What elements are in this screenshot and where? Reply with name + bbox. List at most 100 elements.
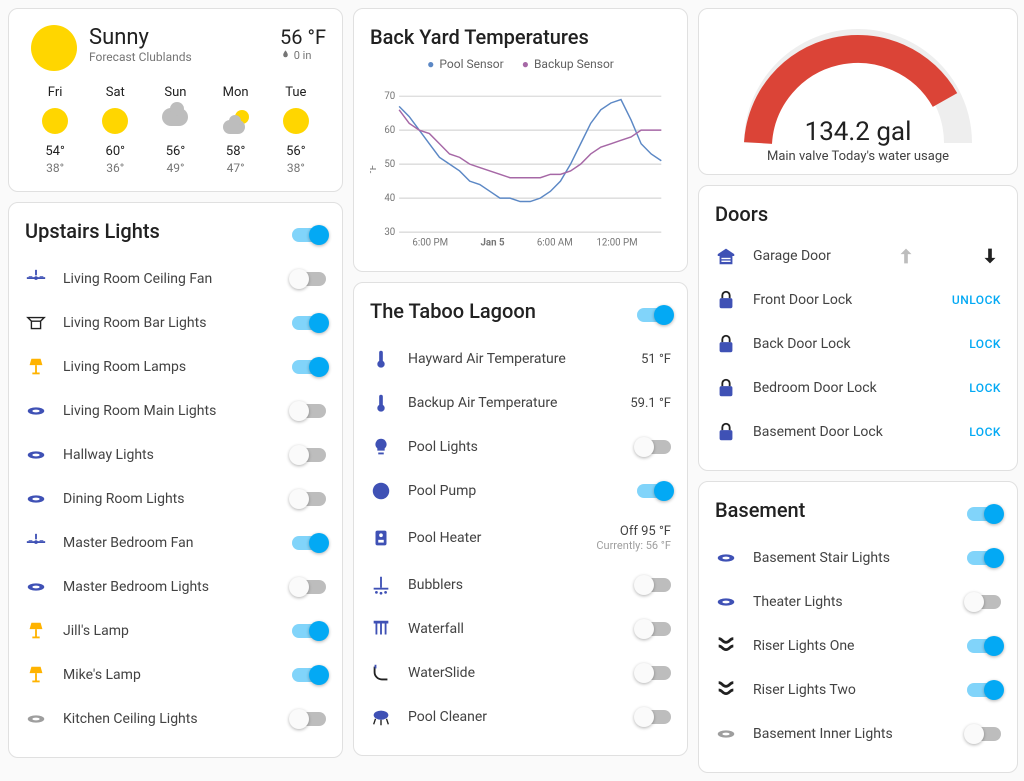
- entity-label: Living Room Ceiling Fan: [63, 271, 276, 287]
- bar-icon: [25, 312, 47, 334]
- fan-icon: [25, 268, 47, 290]
- lock-action-button[interactable]: UNLOCK: [952, 293, 1001, 307]
- weather-location: Forecast Clublands: [89, 50, 268, 64]
- waterfall-icon: [370, 618, 392, 640]
- lagoon-title: The Taboo Lagoon: [370, 299, 536, 323]
- lock-row: Bedroom Door LockLOCK: [715, 366, 1001, 410]
- entity-toggle[interactable]: [292, 668, 326, 682]
- weather-temp: 56 °F: [280, 25, 326, 49]
- lock-action-button[interactable]: LOCK: [969, 337, 1001, 351]
- svg-text:6:00 PM: 6:00 PM: [412, 238, 448, 249]
- entity-row: Living Room Ceiling Fan: [25, 257, 326, 301]
- entity-label: Bubblers: [408, 577, 621, 593]
- entity-toggle[interactable]: [967, 551, 1001, 565]
- garage-down-button[interactable]: [979, 245, 1001, 267]
- gauge-arc: [738, 25, 978, 145]
- garage-up-button[interactable]: [895, 245, 917, 267]
- entity-row: Backup Air Temperature59.1 °F: [370, 381, 671, 425]
- entity-value: 51 °F: [641, 352, 671, 367]
- entity-toggle[interactable]: [967, 639, 1001, 653]
- chart-canvas: °F 3040506070 6:00 PMJan 56:00 AM12:00 P…: [370, 79, 671, 259]
- entity-row: Mike's Lamp: [25, 653, 326, 697]
- forecast-day: Sun56°49°: [162, 85, 188, 175]
- entity-toggle[interactable]: [292, 404, 326, 418]
- entity-label: Living Room Lamps: [63, 359, 276, 375]
- therm-icon: [370, 392, 392, 414]
- cloud-icon: [162, 108, 188, 126]
- entity-toggle[interactable]: [292, 272, 326, 286]
- entity-label: Living Room Main Lights: [63, 403, 276, 419]
- therm-icon: [370, 348, 392, 370]
- lock-icon: [715, 377, 737, 399]
- entity-label: Kitchen Ceiling Lights: [63, 711, 276, 727]
- entity-toggle[interactable]: [292, 712, 326, 726]
- lamp-icon: [25, 664, 47, 686]
- light-icon: [25, 444, 47, 466]
- lock-row: Back Door Lock LOCK: [715, 322, 1001, 366]
- light-icon: [25, 400, 47, 422]
- entity-row: Pool Cleaner: [370, 695, 671, 739]
- temperature-chart-card: Back Yard Temperatures Pool Sensor Backu…: [353, 8, 688, 272]
- entity-label: Pool Heater: [408, 530, 580, 546]
- light-icon: [715, 591, 737, 613]
- entity-toggle[interactable]: [967, 595, 1001, 609]
- entity-row: Pool Pump: [370, 469, 671, 513]
- entity-label: Hallway Lights: [63, 447, 276, 463]
- basement-master-toggle[interactable]: [967, 507, 1001, 521]
- entity-toggle[interactable]: [292, 360, 326, 374]
- light-icon: [25, 708, 47, 730]
- svg-text:6:00 AM: 6:00 AM: [537, 238, 573, 249]
- upstairs-master-toggle[interactable]: [292, 228, 326, 242]
- entity-toggle[interactable]: [637, 440, 671, 454]
- lock-label: Back Door Lock: [753, 336, 953, 352]
- garage-icon: [715, 245, 737, 267]
- entity-label: Theater Lights: [753, 594, 951, 610]
- svg-text:60: 60: [384, 125, 395, 136]
- svg-text:12:00 PM: 12:00 PM: [596, 238, 637, 249]
- entity-toggle[interactable]: [292, 580, 326, 594]
- lamp-icon: [25, 620, 47, 642]
- entity-toggle[interactable]: [292, 536, 326, 550]
- entity-toggle[interactable]: [292, 492, 326, 506]
- entity-label: Pool Cleaner: [408, 709, 621, 725]
- entity-label: Master Bedroom Fan: [63, 535, 276, 551]
- basement-title: Basement: [715, 498, 805, 522]
- chart-title: Back Yard Temperatures: [370, 25, 671, 49]
- light-icon: [25, 576, 47, 598]
- entity-toggle[interactable]: [637, 710, 671, 724]
- entity-row: Riser Lights Two: [715, 668, 1001, 712]
- entity-toggle[interactable]: [637, 484, 671, 498]
- entity-value: 59.1 °F: [630, 396, 671, 411]
- partly-cloudy-icon: [223, 108, 249, 134]
- entity-row: Dining Room Lights: [25, 477, 326, 521]
- entity-row: Theater Lights: [715, 580, 1001, 624]
- entity-label: Waterfall: [408, 621, 621, 637]
- entity-toggle[interactable]: [637, 578, 671, 592]
- entity-toggle[interactable]: [967, 727, 1001, 741]
- riser-icon: [715, 635, 737, 657]
- lock-action-button[interactable]: LOCK: [969, 381, 1001, 395]
- lock-row: Front Door LockUNLOCK: [715, 278, 1001, 322]
- entity-row: Riser Lights One: [715, 624, 1001, 668]
- svg-text:30: 30: [384, 227, 395, 238]
- entity-label: Basement Inner Lights: [753, 726, 951, 742]
- bubbles-icon: [370, 574, 392, 596]
- entity-toggle[interactable]: [637, 666, 671, 680]
- entity-toggle[interactable]: [637, 622, 671, 636]
- lock-icon: [715, 421, 737, 443]
- entity-label: Pool Pump: [408, 483, 621, 499]
- weather-condition: Sunny: [89, 25, 268, 50]
- entity-toggle[interactable]: [292, 448, 326, 462]
- entity-toggle[interactable]: [967, 683, 1001, 697]
- entity-row: Living Room Bar Lights: [25, 301, 326, 345]
- garage-door-row: Garage Door: [715, 234, 1001, 278]
- basement-card: Basement Basement Stair Lights Theater Li…: [698, 481, 1018, 773]
- lock-action-button[interactable]: LOCK: [969, 425, 1001, 439]
- entity-row: Hallway Lights: [25, 433, 326, 477]
- entity-row: Basement Stair Lights: [715, 536, 1001, 580]
- entity-row: Living Room Main Lights: [25, 389, 326, 433]
- entity-toggle[interactable]: [292, 316, 326, 330]
- lagoon-master-toggle[interactable]: [637, 308, 671, 322]
- entity-toggle[interactable]: [292, 624, 326, 638]
- sun-icon: [42, 108, 68, 134]
